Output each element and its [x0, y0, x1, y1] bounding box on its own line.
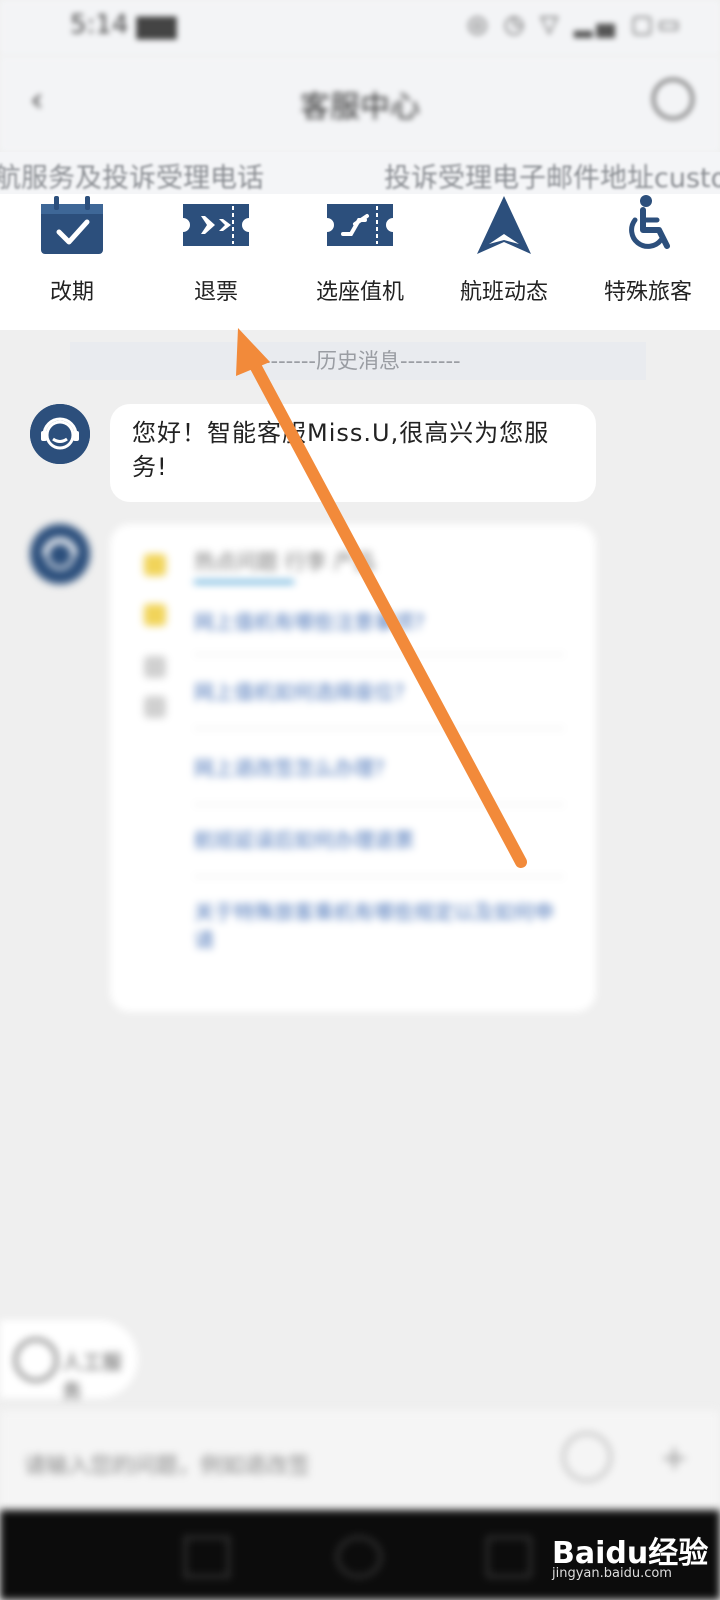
- greeting-bubble: 您好！智能客服Miss.U,很高兴为您服务!: [110, 404, 596, 502]
- quick-item-label: 改期: [49, 279, 94, 304]
- plus-icon[interactable]: +: [660, 1438, 689, 1478]
- active-tab-indicator: [194, 580, 294, 584]
- divider: [194, 804, 564, 805]
- divider: [194, 876, 564, 877]
- top-nav-bar: ‹ 客服中心: [0, 56, 720, 152]
- quick-item-reschedule[interactable]: 改期: [0, 194, 144, 330]
- hot-question-item[interactable]: 航班延误后如何办理退票: [194, 826, 554, 854]
- status-time: 5:14 ▆▆: [70, 10, 177, 40]
- notice-text-after: 投诉受理电子邮件地址customercare@: [384, 163, 720, 194]
- ticket-plane-icon: [183, 204, 249, 246]
- notice-marquee[interactable]: 航服务及投诉受理电话 投诉受理电子邮件地址customercare@: [0, 152, 720, 194]
- human-service-button[interactable]: 人工服务: [0, 1320, 138, 1403]
- headset-icon[interactable]: [652, 78, 694, 120]
- list-icon: [144, 696, 166, 718]
- page-title: 客服中心: [300, 90, 420, 125]
- watermark-site: jingyan.baidu.com: [552, 1566, 672, 1581]
- quick-service-menu: 改期 退票 选座值机 航班动态 特殊旅客: [0, 194, 720, 330]
- menu-nav-icon[interactable]: [184, 1536, 230, 1578]
- wheelchair-icon: [629, 195, 670, 249]
- quick-item-checkin[interactable]: 选座值机: [288, 194, 432, 330]
- quick-item-refund[interactable]: 退票: [144, 194, 288, 330]
- boarding-pass-icon: [327, 204, 393, 246]
- star-icon: [144, 604, 166, 626]
- quick-item-label: 航班动态: [459, 279, 548, 304]
- quick-item-special-passenger[interactable]: 特殊旅客: [576, 194, 720, 330]
- hot-question-item[interactable]: 网上退改签怎么办理?: [194, 754, 554, 782]
- list-icon: [144, 656, 166, 678]
- fire-icon: [144, 554, 166, 576]
- headset-icon: [14, 1338, 58, 1382]
- notice-text: 航服务及投诉受理电话 投诉受理电子邮件地址customercare@: [0, 156, 720, 194]
- hot-question-item[interactable]: 关于特殊旅客乘机有哪些规定以及如何申请: [194, 898, 554, 954]
- app-screen: 5:14 ▆▆ ◎ ◷ ▽ ▂▄ ▢▭ ‹ 客服中心 航服务及投诉受理电话 投诉受…: [0, 0, 720, 1600]
- baidu-jingyan-watermark: Baidu经验 jingyan.baidu.com: [552, 1520, 712, 1590]
- hot-questions-card: 热点问题 行李 产品 网上值机有哪些注意事项? 网上值机如何选择座位? 网上退改…: [110, 524, 596, 1012]
- hot-question-item[interactable]: 网上值机如何选择座位?: [194, 678, 554, 706]
- status-icons: ◎ ◷ ▽ ▂▄ ▢▭: [466, 10, 684, 38]
- divider: [194, 728, 564, 729]
- emoji-icon[interactable]: [562, 1432, 612, 1482]
- assistant-avatar: [30, 524, 90, 584]
- message-input[interactable]: 请输入您的问题，例如退改签: [24, 1448, 310, 1480]
- status-bar: 5:14 ▆▆ ◎ ◷ ▽ ▂▄ ▢▭: [0, 0, 720, 56]
- plane-nav-icon: [477, 196, 531, 254]
- quick-item-label: 退票: [193, 279, 238, 304]
- quick-item-flight-status[interactable]: 航班动态: [432, 194, 576, 330]
- hot-questions-tabs[interactable]: 热点问题 行李 产品: [194, 546, 375, 576]
- quick-item-label: 特殊旅客: [603, 279, 692, 304]
- message-input-bar: 请输入您的问题，例如退改签 +: [0, 1410, 720, 1510]
- back-nav-icon[interactable]: [486, 1536, 532, 1578]
- headset-agent-icon: [30, 404, 90, 464]
- home-nav-icon[interactable]: [336, 1536, 382, 1578]
- greeting-text: 您好！智能客服Miss.U,很高兴为您服务!: [132, 419, 550, 481]
- notice-text-before: 航服务及投诉受理电话: [0, 163, 264, 194]
- quick-item-label: 选座值机: [315, 279, 404, 304]
- assistant-avatar: [30, 404, 90, 464]
- human-service-label: 人工服务: [62, 1350, 122, 1403]
- hot-question-item[interactable]: 网上值机有哪些注意事项?: [194, 608, 554, 636]
- history-messages-divider: --------历史消息--------: [70, 342, 646, 380]
- calendar-check-icon: [41, 196, 103, 254]
- divider: [194, 654, 564, 655]
- headset-agent-icon: [30, 524, 90, 584]
